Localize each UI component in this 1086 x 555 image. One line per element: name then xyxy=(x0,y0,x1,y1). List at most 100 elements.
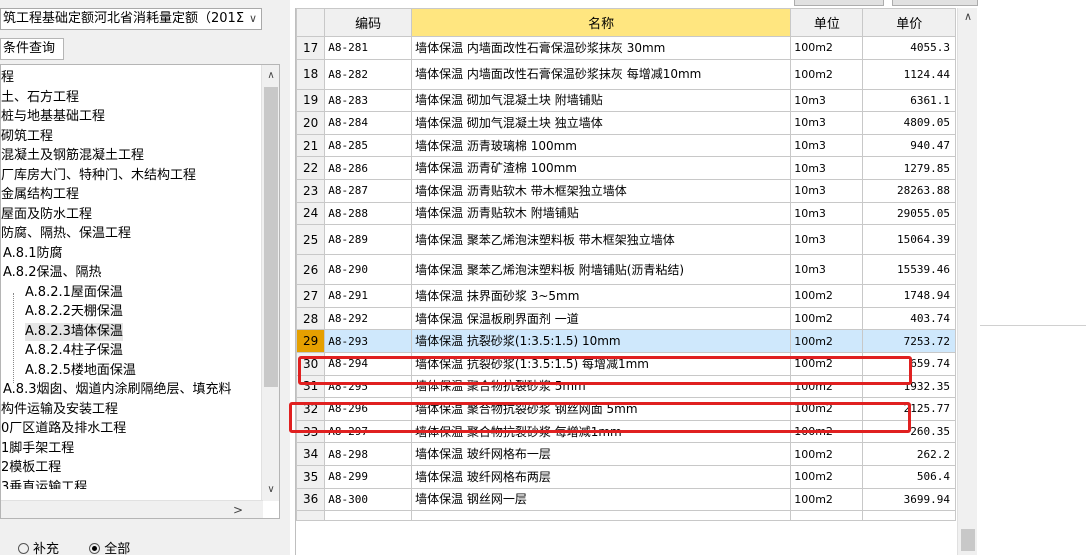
tree-item[interactable]: 构件运输及安装工程 xyxy=(1,401,118,419)
cell-code[interactable]: A8-288 xyxy=(324,201,413,226)
cell-price[interactable]: 1279.85 xyxy=(862,156,956,180)
scrollbar-thumb[interactable] xyxy=(264,87,278,387)
table-row[interactable]: 34 A8-298 墙体保温 玻纤网格布一层 100m2 262.2 xyxy=(296,442,956,466)
cell-price[interactable]: 4809.05 xyxy=(862,111,956,135)
cell-name[interactable]: 墙体保温 沥青贴软木 附墙铺贴 xyxy=(411,201,792,226)
chevron-right-icon[interactable]: > xyxy=(233,501,243,518)
cell-code[interactable]: A8-296 xyxy=(324,397,413,421)
cell-name[interactable]: 墙体保温 聚苯乙烯泡沫塑料板 附墙铺贴(沥青粘结) xyxy=(411,254,792,286)
table-row[interactable] xyxy=(296,510,956,522)
table-row[interactable]: 19 A8-283 墙体保温 砌加气混凝土块 附墙铺贴 10m3 6361.1 xyxy=(296,88,956,113)
cell-name[interactable]: 墙体保温 玻纤网格布两层 xyxy=(411,464,792,489)
table-row[interactable]: 28 A8-292 墙体保温 保温板刷界面剂 一道 100m2 403.74 xyxy=(296,306,956,331)
cell-price[interactable]: 659.74 xyxy=(862,351,956,376)
cell-name[interactable]: 墙体保温 钢丝网一层 xyxy=(411,487,792,512)
tree-item[interactable]: 2模板工程 xyxy=(1,459,61,477)
cell-code[interactable]: A8-287 xyxy=(324,178,413,203)
table-row[interactable]: 21 A8-285 墙体保温 沥青玻璃棉 100mm 10m3 940.47 xyxy=(296,133,956,158)
tree-item[interactable]: 混凝土及钢筋混凝土工程 xyxy=(1,147,144,165)
cell-name[interactable]: 墙体保温 砌加气混凝土块 附墙铺贴 xyxy=(411,88,792,113)
cell-unit[interactable]: 10m3 xyxy=(790,201,864,226)
table-row[interactable]: 26 A8-290 墙体保温 聚苯乙烯泡沫塑料板 附墙铺贴(沥青粘结) 10m3 155… xyxy=(296,254,956,286)
cell-unit[interactable]: 100m2 xyxy=(790,397,864,421)
cell-unit[interactable]: 100m2 xyxy=(790,58,864,90)
chevron-up-icon[interactable]: ∧ xyxy=(262,67,279,85)
table-row[interactable]: 23 A8-287 墙体保温 沥青贴软木 带木框架独立墙体 10m3 28263.88 xyxy=(296,178,956,203)
cell-name[interactable] xyxy=(411,510,792,522)
cell-name[interactable]: 墙体保温 沥青矿渣棉 100mm xyxy=(411,156,792,180)
table-row[interactable]: 24 A8-288 墙体保温 沥青贴软木 附墙铺贴 10m3 29055.05 xyxy=(296,201,956,226)
cell-price[interactable]: 403.74 xyxy=(862,306,956,331)
tree-item[interactable]: 0厂区道路及排水工程 xyxy=(1,420,126,438)
cell-name[interactable]: 墙体保温 保温板刷界面剂 一道 xyxy=(411,306,792,331)
cell-unit[interactable]: 10m3 xyxy=(790,111,864,135)
cell-code[interactable]: A8-291 xyxy=(324,284,413,308)
cell-unit[interactable]: 100m2 xyxy=(790,351,864,376)
tree-item-selected[interactable]: A.8.2.3墙体保温 xyxy=(25,323,123,341)
cell-price[interactable]: 506.4 xyxy=(862,464,956,489)
tree-item[interactable]: 1脚手架工程 xyxy=(1,440,74,458)
cell-price[interactable]: 1932.35 xyxy=(862,374,956,399)
tree-item[interactable]: 屋面及防水工程 xyxy=(1,206,92,224)
table-row[interactable]: 33 A8-297 墙体保温 聚合物抗裂砂浆 每增减1mm 100m2 260.35 xyxy=(296,419,956,444)
cell-name[interactable]: 墙体保温 抹界面砂浆 3~5mm xyxy=(411,284,792,308)
cell-name[interactable]: 墙体保温 聚苯乙烯泡沫塑料板 带木框架独立墙体 xyxy=(411,224,792,256)
cell-unit[interactable]: 100m2 xyxy=(790,464,864,489)
cell-name[interactable]: 墙体保温 砌加气混凝土块 独立墙体 xyxy=(411,111,792,135)
tree-item[interactable]: 程 xyxy=(1,69,14,87)
cell-code[interactable] xyxy=(324,510,413,522)
cell-price[interactable] xyxy=(862,510,956,522)
cell-price[interactable]: 940.47 xyxy=(862,133,956,158)
cell-price[interactable]: 7253.72 xyxy=(862,329,956,353)
toolbar-button-right[interactable] xyxy=(892,0,978,6)
cell-code[interactable]: A8-300 xyxy=(324,487,413,512)
chevron-up-icon[interactable]: ∧ xyxy=(958,10,978,23)
cell-name[interactable]: 墙体保温 内墙面改性石膏保温砂浆抹灰 每增减10mm xyxy=(411,58,792,90)
cell-price[interactable]: 6361.1 xyxy=(862,88,956,113)
tree-item[interactable]: 桩与地基基础工程 xyxy=(1,108,105,126)
cell-unit[interactable]: 10m3 xyxy=(790,224,864,256)
cell-code[interactable]: A8-290 xyxy=(324,254,413,286)
cell-unit[interactable]: 100m2 xyxy=(790,374,864,399)
cell-code[interactable]: A8-299 xyxy=(324,464,413,489)
cell-name[interactable]: 墙体保温 聚合物抗裂砂浆 钢丝网面 5mm xyxy=(411,397,792,421)
cell-code[interactable]: A8-293 xyxy=(324,329,413,353)
cell-code[interactable]: A8-297 xyxy=(324,419,413,444)
table-row-selected[interactable]: 29 A8-293 墙体保温 抗裂砂浆(1:3.5:1.5) 10mm 100m2 72… xyxy=(296,329,956,353)
chevron-down-icon[interactable]: ∨ xyxy=(262,481,279,499)
tree-item[interactable]: A.8.1防腐 xyxy=(3,245,62,263)
all-radio[interactable]: 全部 xyxy=(89,542,130,555)
cell-name[interactable]: 墙体保温 内墙面改性石膏保温砂浆抹灰 30mm xyxy=(411,36,792,60)
column-header-unit[interactable]: 单位 xyxy=(790,8,864,37)
tree-item[interactable]: A.8.3烟囱、烟道内涂刷隔绝层、填充料 xyxy=(3,381,231,399)
cell-price[interactable]: 29055.05 xyxy=(862,201,956,226)
table-row[interactable]: 32 A8-296 墙体保温 聚合物抗裂砂浆 钢丝网面 5mm 100m2 2125.7… xyxy=(296,397,956,421)
tree-horizontal-scrollbar[interactable]: > xyxy=(1,500,263,518)
cell-name[interactable]: 墙体保温 玻纤网格布一层 xyxy=(411,442,792,466)
cell-price[interactable]: 1748.94 xyxy=(862,284,956,308)
tree-item[interactable]: A.8.2.5楼地面保温 xyxy=(25,362,136,380)
column-header-price[interactable]: 单价 xyxy=(862,8,956,37)
cell-name[interactable]: 墙体保温 聚合物抗裂砂浆 每增减1mm xyxy=(411,419,792,444)
cell-price[interactable]: 1124.44 xyxy=(862,58,956,90)
cell-unit[interactable] xyxy=(790,510,864,522)
column-header-code[interactable]: 编码 xyxy=(324,8,413,37)
table-row[interactable]: 17 A8-281 墙体保温 内墙面改性石膏保温砂浆抹灰 30mm 100m2 4055… xyxy=(296,36,956,60)
cell-code[interactable]: A8-281 xyxy=(324,36,413,60)
cell-unit[interactable]: 100m2 xyxy=(790,36,864,60)
cell-unit[interactable]: 10m3 xyxy=(790,88,864,113)
table-row[interactable]: 18 A8-282 墙体保温 内墙面改性石膏保温砂浆抹灰 每增减10mm 100m2 1… xyxy=(296,58,956,90)
tree-item[interactable]: 3垂直运输工程 xyxy=(1,479,87,489)
cell-unit[interactable]: 100m2 xyxy=(790,487,864,512)
cell-name[interactable]: 墙体保温 沥青玻璃棉 100mm xyxy=(411,133,792,158)
cell-unit[interactable]: 10m3 xyxy=(790,156,864,180)
cell-code[interactable]: A8-283 xyxy=(324,88,413,113)
cell-price[interactable]: 262.2 xyxy=(862,442,956,466)
cell-price[interactable]: 2125.77 xyxy=(862,397,956,421)
cell-code[interactable]: A8-295 xyxy=(324,374,413,399)
scrollbar-thumb[interactable] xyxy=(961,529,975,551)
tree-item[interactable]: A.8.2.4柱子保温 xyxy=(25,342,123,360)
cell-unit[interactable]: 10m3 xyxy=(790,178,864,203)
cell-code[interactable]: A8-292 xyxy=(324,306,413,331)
cell-code[interactable]: A8-285 xyxy=(324,133,413,158)
